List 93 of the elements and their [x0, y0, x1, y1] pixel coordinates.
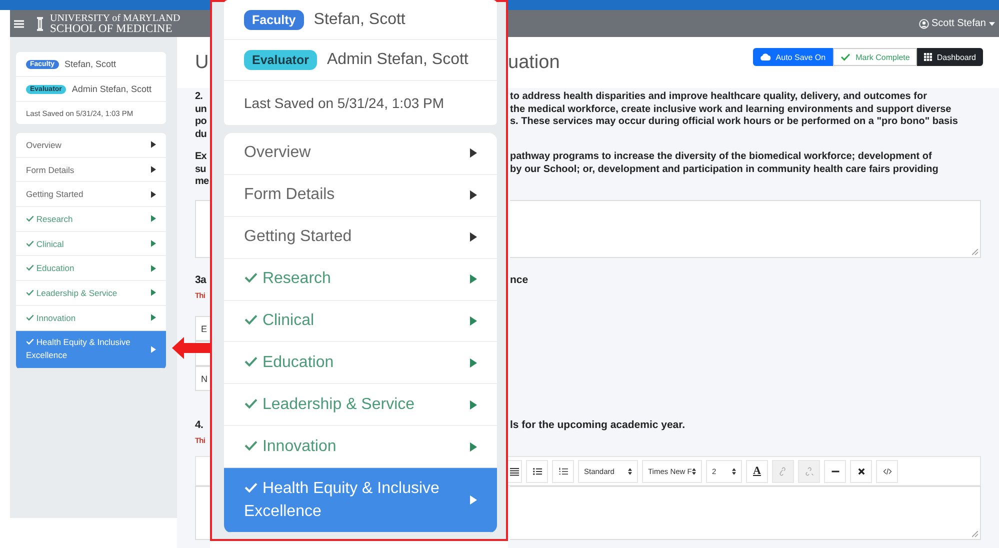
- mark-complete-button[interactable]: Mark Complete: [832, 48, 917, 66]
- caret-right-icon: [151, 215, 156, 222]
- caret-right-icon: [151, 141, 156, 148]
- user-menu[interactable]: Scott Stefan: [918, 18, 995, 29]
- nav-item[interactable]: Overview: [16, 133, 166, 158]
- nav-item[interactable]: Clinical: [224, 300, 497, 342]
- text-fragment: po: [195, 116, 208, 130]
- text-fragment: 3a: [195, 274, 208, 287]
- nav-item[interactable]: Form Details: [224, 174, 497, 217]
- unlink-icon: [804, 466, 814, 476]
- user-icon: [918, 18, 929, 28]
- nav-item[interactable]: Education: [224, 342, 497, 384]
- resize-grip-icon: [972, 531, 978, 537]
- person-name: Admin Stefan, Scott: [326, 51, 468, 69]
- role-badge: Faculty: [244, 10, 304, 30]
- nav-item[interactable]: Leadership & Service: [224, 384, 497, 426]
- caret-right-icon: [151, 289, 156, 296]
- dashboard-button[interactable]: Dashboard: [916, 48, 983, 66]
- text-fragment: su: [195, 164, 207, 176]
- caret-right-icon: [151, 314, 156, 322]
- logo-text: SCHOOL OF MEDICINE: [50, 24, 174, 34]
- clear-format-icon: [856, 466, 866, 476]
- last-saved-text: Last Saved on 5/31/24, 1:03 PM: [244, 95, 444, 111]
- resize-grip-icon: [972, 249, 978, 255]
- text-fragment: Ex: [195, 151, 208, 164]
- page-title: uation: [508, 52, 560, 74]
- caret-right-icon: [470, 316, 477, 326]
- text-line: nce: [510, 274, 530, 287]
- role-badge: Evaluator: [244, 50, 317, 70]
- nav-item[interactable]: Research: [16, 207, 166, 232]
- bullet-list-button[interactable]: [526, 460, 548, 482]
- nav-item[interactable]: Health Equity & Inclusive Excellence: [16, 330, 166, 368]
- text-line: by our School; or, development and participation in community health care fairs providing: [510, 164, 940, 176]
- justify-button[interactable]: [508, 460, 522, 482]
- cloud-icon: [760, 53, 771, 61]
- caret-right-icon: [470, 442, 477, 452]
- nav-item[interactable]: Clinical: [16, 232, 166, 256]
- bullet-list-icon: [532, 466, 542, 476]
- nav-item[interactable]: Getting Started: [224, 216, 497, 259]
- link-icon: [778, 466, 788, 476]
- caret-right-icon: [151, 166, 156, 174]
- nav-item[interactable]: Form Details: [16, 158, 166, 182]
- caret-right-icon: [470, 274, 477, 284]
- numbered-list-button[interactable]: [552, 460, 574, 482]
- text-fragment: 2.: [195, 91, 204, 104]
- text-fragment: du: [195, 129, 208, 142]
- code-icon: [882, 466, 892, 476]
- menu-icon[interactable]: [14, 20, 24, 28]
- caret-right-icon: [151, 240, 156, 248]
- person-name: Admin Stefan, Scott: [72, 84, 152, 94]
- caret-right-icon: [470, 190, 477, 200]
- code-view-button[interactable]: [876, 460, 898, 482]
- text-line: the medical workforce, create inclusive work and learning environments and support diverse: [510, 104, 952, 116]
- text-line: ls for the upcoming academic year.: [510, 419, 686, 432]
- font-color-button[interactable]: A: [746, 460, 768, 482]
- justify-icon: [510, 466, 519, 476]
- text-line: pathway programs to increase the diversity of the biomedical workforce; development of: [510, 151, 933, 164]
- caret-right-icon: [470, 400, 477, 410]
- numbered-list-icon: [558, 466, 568, 476]
- nav-item[interactable]: Leadership & Service: [16, 281, 166, 306]
- up-down-icon: [732, 468, 736, 474]
- text-fragment: un: [195, 104, 208, 116]
- caret-down-icon: [989, 22, 995, 26]
- person-name: Stefan, Scott: [314, 10, 406, 28]
- nav-item[interactable]: Overview: [224, 133, 497, 175]
- check-icon: [840, 53, 851, 61]
- text-fragment: 4.: [195, 419, 204, 432]
- input-field[interactable]: E: [195, 316, 210, 341]
- input-field[interactable]: N: [195, 366, 210, 391]
- caret-right-icon: [470, 495, 477, 506]
- arrow-icon: [172, 337, 210, 359]
- person-name: Stefan, Scott: [64, 59, 116, 69]
- caret-right-icon: [470, 232, 477, 242]
- text-line: s. These services may occur during official work hours or be performed on a "pro bono" basis: [510, 116, 959, 130]
- text-fragment: me: [195, 176, 210, 190]
- page-title: U: [195, 52, 209, 74]
- caret-right-icon: [151, 264, 156, 272]
- caret-right-icon: [151, 190, 156, 198]
- caret-right-icon: [470, 358, 477, 368]
- nav-item[interactable]: Health Equity & Inclusive Excellence: [224, 468, 497, 534]
- nav-item[interactable]: Education: [16, 256, 166, 282]
- grid-icon: [924, 53, 932, 61]
- up-down-icon: [628, 468, 632, 474]
- auto-save-button[interactable]: Auto Save On: [752, 48, 833, 66]
- caret-right-icon: [151, 346, 156, 352]
- caret-right-icon: [470, 148, 477, 158]
- clear-format-button[interactable]: [850, 460, 872, 482]
- logo-text: UNIVERSITY of MARYLAND: [50, 12, 180, 24]
- nav-item[interactable]: Research: [224, 258, 497, 301]
- nav-item[interactable]: Getting Started: [16, 182, 166, 208]
- up-down-icon: [692, 468, 696, 474]
- text-line: to address health disparities and improve healthcare quality, delivery, and outcomes for: [510, 91, 928, 104]
- column-logo-icon: [36, 16, 44, 32]
